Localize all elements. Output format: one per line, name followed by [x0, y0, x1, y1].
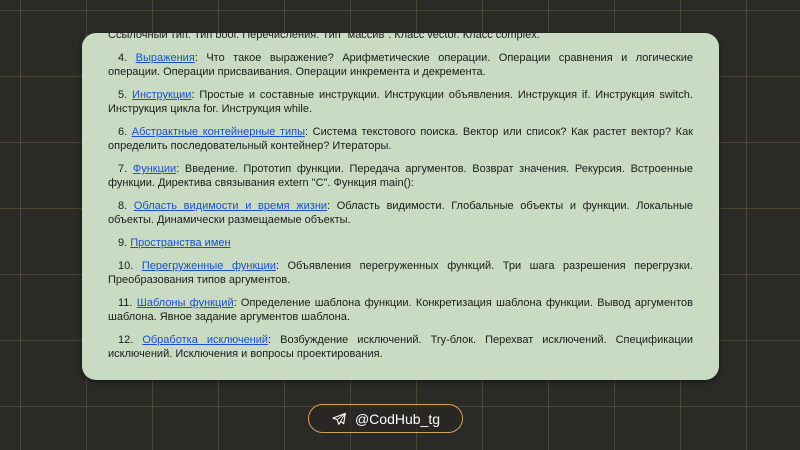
chapter-item: 11. Шаблоны функций: Определение шаблона… [108, 296, 693, 324]
chapter-text: : Что такое выражение? Арифметические оп… [108, 52, 693, 78]
chapter-item: 10. Перегруженные функции: Объявления пе… [108, 259, 693, 287]
chapter-number: 5. [118, 89, 128, 101]
telegram-plane-icon [332, 412, 346, 425]
chapter-link[interactable]: Инструкции [132, 89, 191, 101]
chapter-item: 12. Обработка исключений: Возбуждение ис… [108, 333, 693, 361]
chapter-text: Ссылочный тип. Тип bool. Перечисления. Т… [108, 33, 540, 41]
chapter-number: 11. [118, 297, 133, 309]
chapter-item: 5. Инструкции: Простые и составные инстр… [108, 88, 693, 116]
chapter-number: 10. [118, 260, 134, 272]
chapter-item: Ссылочный тип. Тип bool. Перечисления. Т… [108, 33, 693, 42]
chapter-list: Ссылочный тип. Тип bool. Перечисления. Т… [82, 33, 719, 370]
chapter-link[interactable]: Функции [133, 163, 176, 175]
chapter-number: 6. [118, 126, 128, 138]
channel-handle: @CodHub_tg [354, 410, 441, 427]
chapter-number: 7. [118, 163, 128, 175]
chapter-text: : Введение. Прототип функции. Передача а… [108, 163, 693, 189]
chapter-item: 6. Абстрактные контейнерные типы: Систем… [108, 125, 693, 153]
chapter-item: 7. Функции: Введение. Прототип функции. … [108, 162, 693, 190]
chapter-number: 12. [118, 334, 134, 346]
chapter-item: 4. Выражения: Что такое выражение? Арифм… [108, 51, 693, 79]
chapter-link[interactable]: Обработка исключений [142, 334, 268, 346]
chapter-number: 9. [118, 237, 128, 249]
chapter-link[interactable]: Перегруженные функции [142, 260, 276, 272]
chapter-item: 9. Пространства имен [108, 236, 693, 250]
chapter-number: 4. [118, 52, 128, 64]
chapter-link[interactable]: Область видимости и время жизни [134, 200, 327, 212]
channel-badge[interactable]: @CodHub_tg [308, 404, 463, 433]
chapter-link[interactable]: Выражения [136, 52, 195, 64]
chapter-item: 8. Область видимости и время жизни: Обла… [108, 199, 693, 227]
content-panel: Ссылочный тип. Тип bool. Перечисления. Т… [82, 33, 719, 380]
chapter-link[interactable]: Пространства имен [130, 237, 230, 249]
chapter-number: 8. [118, 200, 128, 212]
chapter-link[interactable]: Абстрактные контейнерные типы [132, 126, 305, 138]
chapter-text: : Простые и составные инструкции. Инстру… [108, 89, 693, 115]
chapter-link[interactable]: Шаблоны функций [137, 297, 234, 309]
